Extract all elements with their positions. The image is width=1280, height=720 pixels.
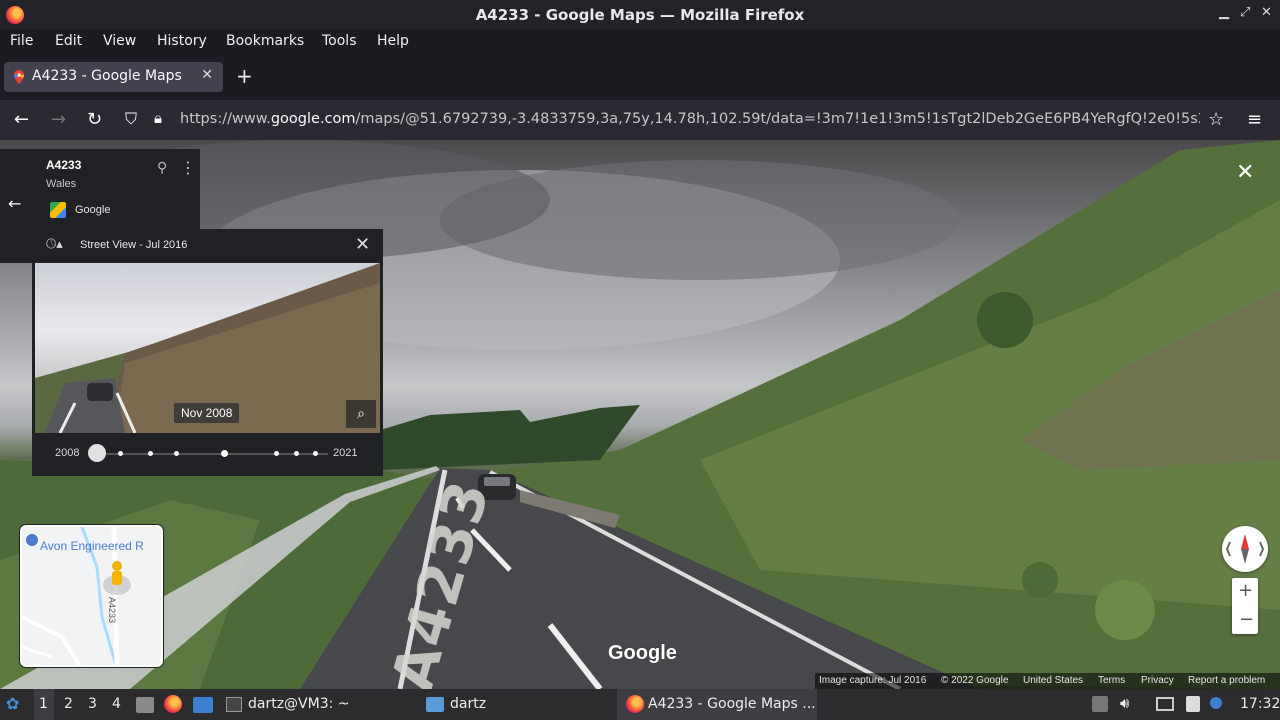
menu-file[interactable]: File [10,33,33,49]
thumbnail-date: Nov 2008 [174,403,240,423]
navigation-bar: ← → ↻ ⛉ 🔒︎ https://www.google.com/maps/@… [0,100,1280,140]
files-launcher-icon[interactable] [136,697,154,713]
url-domain: google.com [270,111,356,127]
firefox-launcher-icon[interactable] [164,695,182,713]
minimap-place-label: Avon Engineered R [40,539,144,553]
back-to-map-button[interactable]: ← [0,149,32,263]
historical-thumbnail[interactable]: Nov 2008 ⌕ [35,263,380,433]
terminal-icon [226,697,242,712]
workspace-3[interactable]: 3 [88,696,97,712]
folder-icon [426,697,444,712]
reload-icon[interactable]: ↻ [87,109,102,130]
desktop-launcher-icon[interactable] [193,697,213,713]
minimap-road-label: A4233 [107,597,117,624]
os-taskbar: ✿ 1 2 3 4 dartz@VM3: ~ dartz A4233 - Goo… [0,689,1280,720]
lock-icon[interactable]: 🔒︎ [154,109,162,127]
close-street-view-icon[interactable]: ✕ [1236,160,1254,185]
notification-icon[interactable] [1210,697,1222,709]
menu-tools[interactable]: Tools [322,33,357,49]
firefox-window-icon [626,695,644,713]
slider-tick[interactable] [274,451,279,456]
more-options-icon[interactable]: ⋮ [180,158,196,177]
back-arrow-icon[interactable]: ← [14,109,29,130]
copyright-text: © 2022 Google [941,675,1009,686]
menu-view[interactable]: View [103,33,136,49]
volume-icon[interactable]: 🔊︎ [1120,694,1129,712]
slider-tick[interactable] [313,451,318,456]
slider-tick[interactable] [118,451,123,456]
slider-knob[interactable] [88,444,106,462]
menu-bookmarks[interactable]: Bookmarks [226,33,304,49]
taskbar-terminal-window[interactable]: dartz@VM3: ~ [248,696,350,712]
slider-tick[interactable] [294,451,299,456]
slider-tick[interactable] [148,451,153,456]
minimize-icon[interactable]: ▁ [1219,5,1229,20]
slider-tick[interactable] [221,450,228,457]
compass-needle-icon [1225,534,1265,564]
clipboard-icon[interactable] [1186,696,1200,712]
image-capture-date: Image capture: Jul 2016 [819,675,927,686]
street-view-time-panel: 🕓︎▴ Street View - Jul 2016 ✕ Nov 2008 ⌕ … [32,229,383,476]
slider-start-year: 2008 [55,447,80,459]
zoom-out-button[interactable]: − [1239,609,1254,630]
forward-arrow-icon[interactable]: → [51,109,66,130]
shield-icon[interactable]: ⛉ [125,109,137,129]
workspace-4[interactable]: 4 [112,696,121,712]
start-menu-icon[interactable]: ✿ [6,694,19,713]
taskbar-firefox-window[interactable]: A4233 - Google Maps ... [648,696,816,712]
place-region: Wales [46,178,77,190]
slider-tick[interactable] [174,451,179,456]
tab-google-maps[interactable]: A4233 - Google Maps ✕ [4,62,223,92]
menu-help[interactable]: Help [377,33,409,49]
url-bar[interactable]: https://www.google.com/maps/@51.6792739,… [180,111,1200,127]
place-source: Google [75,204,111,216]
new-tab-icon[interactable]: + [236,64,253,88]
history-clock-icon[interactable]: 🕓︎▴ [46,237,63,252]
bookmark-star-icon[interactable]: ☆ [1208,109,1224,130]
menu-edit[interactable]: Edit [55,33,82,49]
back-arrow-icon: ← [8,194,22,213]
year-slider[interactable]: 2008 2021 [32,441,383,467]
maximize-icon[interactable]: ⤢ [1240,5,1250,20]
zoom-in-thumbnail-icon[interactable]: ⌕ [346,400,376,428]
minimap[interactable]: Avon Engineered R A4233 [20,525,163,667]
terms-link[interactable]: Terms [1098,675,1125,686]
url-prefix: https://www. [180,111,271,127]
time-panel-header: Street View - Jul 2016 [80,239,188,251]
google-maps-logo-icon [50,202,66,218]
window-titlebar: A4233 - Google Maps — Mozilla Firefox ▁ … [0,0,1280,30]
clock: 17:32 [1240,696,1280,712]
menu-history[interactable]: History [157,33,207,49]
country-link[interactable]: United States [1023,675,1083,686]
tray-updates-icon[interactable] [1092,696,1108,712]
tab-title: A4233 - Google Maps [32,68,182,84]
workspace-1[interactable]: 1 [39,696,48,712]
compass-icon[interactable] [1222,526,1268,572]
window-title: A4233 - Google Maps — Mozilla Firefox [475,6,805,24]
display-icon[interactable] [1156,697,1174,711]
workspace-2[interactable]: 2 [64,696,73,712]
place-info-card: A4233 Wales Google ⚲ ⋮ [32,149,200,229]
place-name: A4233 [46,158,82,172]
zoom-controls: + − [1232,578,1258,634]
close-window-icon[interactable]: ✕ [1261,5,1272,20]
close-time-panel-icon[interactable]: ✕ [355,234,370,255]
location-pin-icon[interactable]: ⚲ [157,160,167,176]
close-tab-icon[interactable]: ✕ [201,67,213,83]
zoom-in-button[interactable]: + [1238,580,1253,601]
google-maps-favicon-icon [14,70,24,84]
attribution-footer: Image capture: Jul 2016 © 2022 Google Un… [815,673,1280,689]
taskbar-folder-window[interactable]: dartz [450,696,486,712]
hamburger-menu-icon[interactable]: ≡ [1247,109,1262,130]
menu-bar: File Edit View History Bookmarks Tools H… [0,30,1280,54]
report-problem-link[interactable]: Report a problem [1188,675,1265,686]
google-watermark: Google [608,642,677,664]
url-path: /maps/@51.6792739,-3.4833759,3a,75y,14.7… [355,111,1200,127]
slider-end-year: 2021 [333,447,358,459]
privacy-link[interactable]: Privacy [1141,675,1174,686]
tab-bar: A4233 - Google Maps ✕ + [0,54,1280,100]
